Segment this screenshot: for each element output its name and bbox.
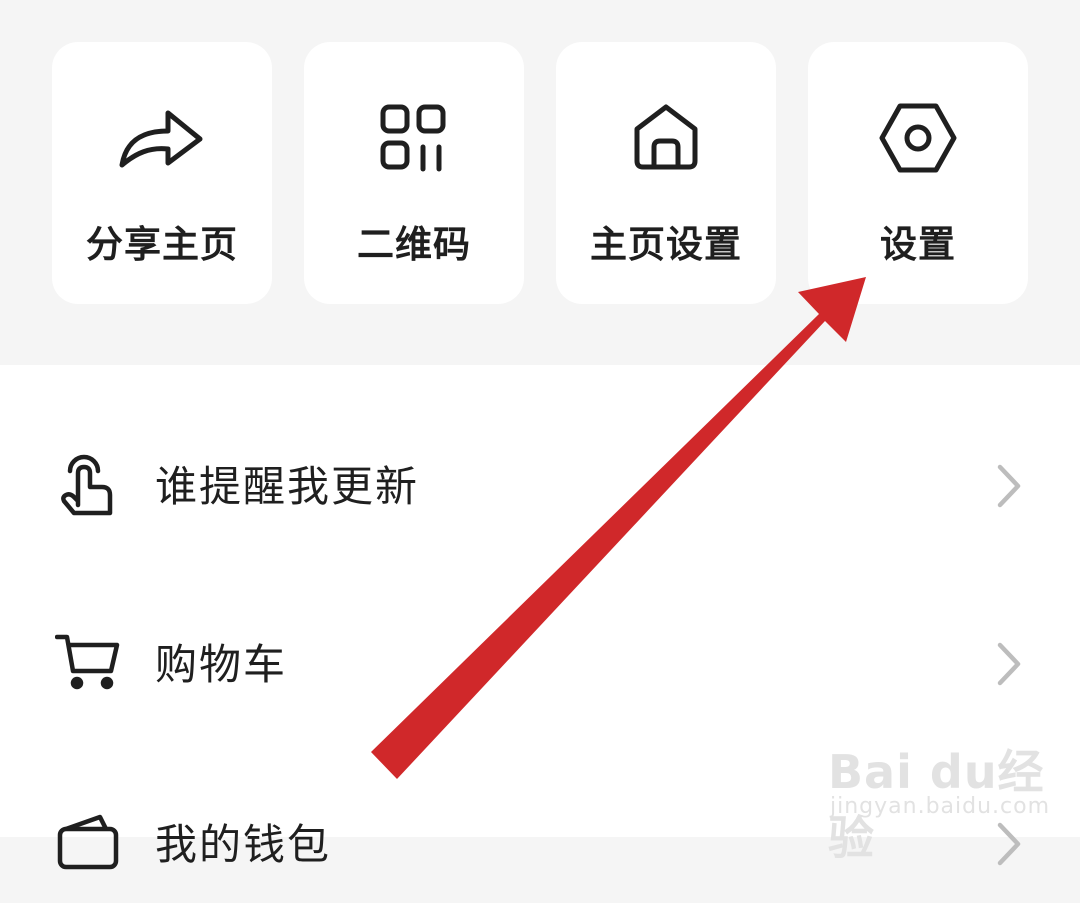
- menu-list: 谁提醒我更新 购物车 我的钱包: [0, 365, 1080, 870]
- wallet-icon: [52, 805, 124, 877]
- menu-item-label: 购物车: [155, 640, 288, 689]
- cart-icon: [52, 625, 124, 697]
- qr-code-icon: [370, 100, 458, 176]
- quick-actions-panel: 分享主页 二维码 主页设置 设置: [0, 0, 1080, 365]
- qr-code-label: 二维码: [357, 223, 471, 266]
- chevron-right-icon: [997, 822, 1021, 866]
- qr-code-button[interactable]: 二维码: [304, 42, 524, 304]
- settings-button[interactable]: 设置: [808, 42, 1028, 304]
- settings-icon: [874, 100, 962, 176]
- share-icon: [118, 100, 206, 176]
- tap-hand-icon: [52, 447, 124, 519]
- homepage-settings-label: 主页设置: [590, 223, 742, 266]
- share-homepage-button[interactable]: 分享主页: [52, 42, 272, 304]
- homepage-settings-button[interactable]: 主页设置: [556, 42, 776, 304]
- settings-label: 设置: [880, 223, 956, 266]
- chevron-right-icon: [997, 642, 1021, 686]
- menu-item-shopping-cart[interactable]: 购物车: [0, 603, 1080, 723]
- menu-item-label: 我的钱包: [155, 820, 332, 869]
- menu-item-my-wallet[interactable]: 我的钱包: [0, 783, 1080, 903]
- home-icon: [622, 100, 710, 176]
- menu-item-label: 谁提醒我更新: [155, 462, 420, 511]
- menu-item-update-reminders[interactable]: 谁提醒我更新: [0, 425, 1080, 545]
- chevron-right-icon: [997, 464, 1021, 508]
- share-homepage-label: 分享主页: [86, 223, 238, 266]
